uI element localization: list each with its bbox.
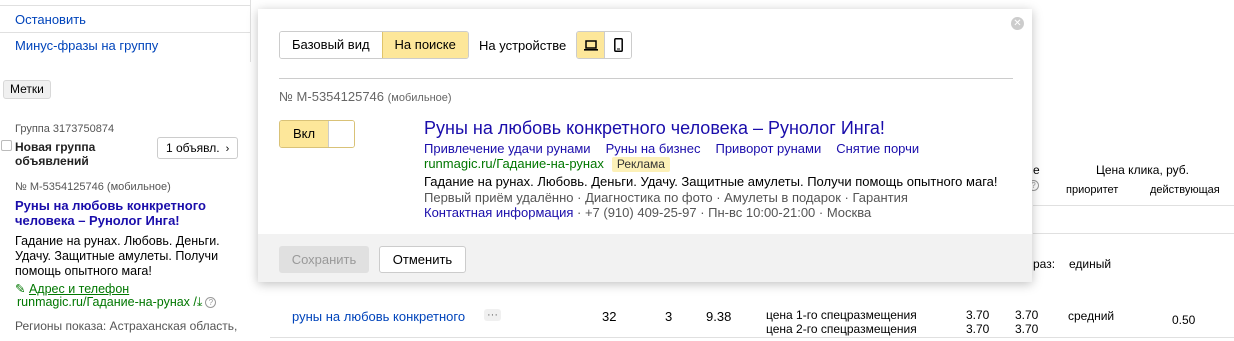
- tab-basic-view[interactable]: Базовый вид: [280, 32, 382, 58]
- row-value: 9.38: [706, 309, 732, 324]
- preview-title[interactable]: Руны на любовь конкретного человека – Ру…: [424, 118, 885, 139]
- stop-link[interactable]: Остановить: [15, 12, 86, 27]
- preview-url-text[interactable]: runmagic.ru/Гадание-на-рунах: [424, 156, 604, 171]
- mobile-icon[interactable]: [604, 32, 631, 58]
- divider: [1033, 205, 1234, 206]
- save-button[interactable]: Сохранить: [279, 246, 369, 273]
- chevron-right-icon: ›: [225, 143, 230, 155]
- divider: [279, 78, 1013, 79]
- group-id: Группа 3173750874: [15, 123, 115, 135]
- price-header: Цена клика, руб.: [1096, 163, 1190, 177]
- download-icon: ⤓: [196, 295, 203, 309]
- ad-enabled-toggle[interactable]: Вкл: [279, 120, 355, 148]
- column-header-fragment: е: [1033, 163, 1040, 177]
- position-label: цена 1-го спецразмещения: [766, 308, 917, 322]
- sitelink[interactable]: Приворот рунами: [715, 141, 821, 156]
- bid-value[interactable]: 0.50: [1172, 313, 1195, 327]
- toggle-knob: [328, 121, 354, 147]
- tab-search-view[interactable]: На поиске: [381, 32, 468, 58]
- close-icon[interactable]: ✕: [1011, 17, 1024, 30]
- divider: [270, 337, 1234, 338]
- group-checkbox[interactable]: [1, 140, 12, 151]
- sitelink[interactable]: Привлечение удачи рунами: [424, 141, 591, 156]
- toggle-label: Вкл: [280, 121, 328, 147]
- device-label: На устройстве: [479, 38, 567, 53]
- desktop-icon[interactable]: [577, 32, 604, 58]
- price-value: 3.70: [1015, 322, 1039, 336]
- ad-number: № M-5354125746 (мобильное): [279, 89, 452, 104]
- mini-ad-url: runmagic.ru/Гадание-на-рунах /⤓?: [17, 295, 217, 310]
- cancel-button[interactable]: Отменить: [379, 246, 466, 273]
- sitelink[interactable]: Снятие порчи: [836, 141, 919, 156]
- group-name: Новая группа объявлений: [15, 140, 96, 168]
- priority-value[interactable]: средний: [1068, 309, 1114, 323]
- contacts-info-link[interactable]: Контактная информация: [424, 205, 573, 220]
- ad-number-id: № M-5354125746: [279, 89, 385, 104]
- device-tabs: [576, 31, 632, 59]
- price-value: 3.70: [966, 322, 990, 336]
- ad-number-type: (мобильное): [387, 92, 452, 104]
- help-icon[interactable]: ?: [205, 297, 217, 308]
- strategy-label: раз:: [1033, 257, 1056, 271]
- mini-ad-text: Гадание на рунах. Любовь. Деньги. Удачу.…: [15, 234, 220, 278]
- ad-badge: Реклама: [611, 157, 670, 172]
- ads-count-label: 1 объявл.: [166, 141, 220, 155]
- sitelink[interactable]: Руны на бизнес: [606, 141, 701, 156]
- preview-sitelinks: Привлечение удачи рунами Руны на бизнес …: [424, 141, 934, 156]
- keyword-link[interactable]: руны на любовь конкретного: [292, 309, 465, 324]
- mini-ad-regions: Регионы показа: Астраханская область,: [15, 319, 238, 333]
- strategy-value[interactable]: единый: [1069, 257, 1111, 271]
- row-value: 3: [665, 309, 673, 324]
- left-menu: Остановить Минус-фразы на группу: [0, 0, 251, 62]
- mini-ad-number: № M-5354125746 (мобильное): [15, 181, 171, 193]
- preview-extras: Первый приём удалённо · Диагностика по ф…: [424, 190, 908, 205]
- preview-text: Гадание на рунах. Любовь. Деньги. Удачу.…: [424, 174, 998, 189]
- preview-contacts: Контактная информация · +7 (910) 409-25-…: [424, 205, 871, 220]
- row-value: 32: [602, 309, 617, 324]
- view-tabs: Базовый вид На поиске: [279, 31, 469, 59]
- ads-count-button[interactable]: 1 объявл. ›: [157, 137, 239, 159]
- contacts-link[interactable]: Адрес и телефон: [29, 282, 129, 296]
- divider: [0, 32, 250, 33]
- modal-footer: Сохранить Отменить: [258, 234, 1032, 282]
- price-value: 3.70: [1015, 308, 1039, 322]
- active-price-header: действующая: [1150, 184, 1220, 196]
- position-label: цена 2-го спецразмещения: [766, 322, 917, 336]
- divider: [0, 5, 250, 6]
- priority-header: приоритет: [1066, 184, 1119, 196]
- divider: [1033, 233, 1234, 234]
- mini-ad-url-text[interactable]: runmagic.ru/Гадание-на-рунах /: [17, 295, 197, 309]
- preview-url: runmagic.ru/Гадание-на-рунах Реклама: [424, 156, 670, 172]
- mini-ad-title[interactable]: Руны на любовь конкретного человека – Ру…: [15, 198, 250, 228]
- price-value: 3.70: [966, 308, 990, 322]
- mini-ad-contacts: ✎ Адрес и телефон: [15, 281, 129, 296]
- contacts-details: · +7 (910) 409-25-97 · Пн-вс 10:00-21:00…: [573, 205, 872, 220]
- phone-icon: ✎: [15, 282, 29, 296]
- more-menu-button[interactable]: ···: [484, 309, 501, 321]
- tags-button[interactable]: Метки: [3, 80, 51, 99]
- minus-phrases-link[interactable]: Минус-фразы на группу: [15, 38, 158, 53]
- ad-preview-modal: ✕ Базовый вид На поиске На устройстве № …: [258, 9, 1032, 282]
